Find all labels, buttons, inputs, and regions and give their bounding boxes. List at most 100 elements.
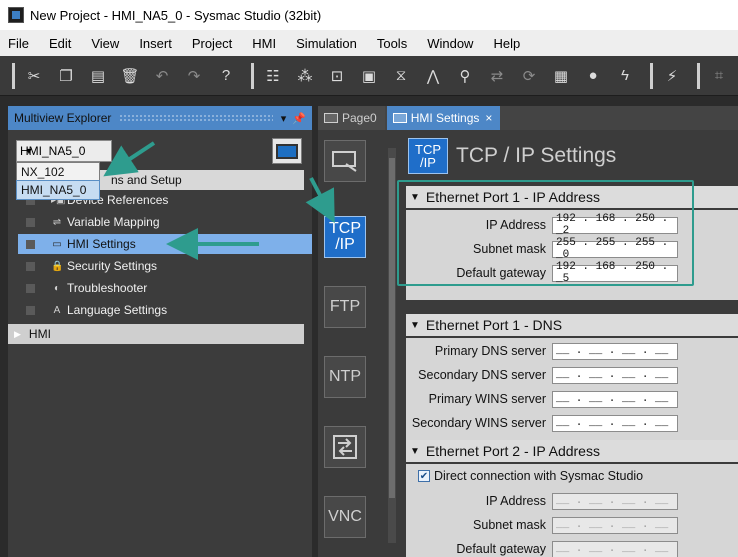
tcpip-settings-button[interactable]: TCP /IP [324,216,366,258]
vnc-settings-button[interactable]: VNC [324,496,366,538]
field-label: Secondary WINS server [411,416,546,430]
tree-bullet [26,305,35,315]
primary-dns-input[interactable]: __ . __ . __ . __ [552,342,678,360]
ntp-settings-button[interactable]: NTP [324,356,366,398]
port2-ip-address-input: __ . __ . __ . __ [552,492,678,510]
secondary-dns-input[interactable]: __ . __ . __ . __ [552,366,678,384]
redo-icon[interactable]: ↷ [181,63,207,89]
compare-icon[interactable]: ⧖ [388,63,414,89]
menu-insert[interactable]: Insert [137,34,174,53]
dropdown-icon[interactable]: ▾ [281,112,287,125]
tree-item-troubleshooter[interactable]: ◐ Troubleshooter [26,278,304,298]
section-port1-ip-header[interactable]: ▼ Ethernet Port 1 - IP Address [406,186,738,208]
pin-icon[interactable]: 📌 [292,112,306,125]
sync-icon[interactable]: ⟳ [516,63,542,89]
section-port1-dns-body: Primary DNS server __ . __ . __ . __ Sec… [406,338,738,442]
menu-simulation[interactable]: Simulation [294,34,359,53]
menu-bar: File Edit View Insert Project HMI Simula… [0,30,738,56]
tree-bullet [26,217,35,227]
dropdown-option-selected[interactable]: HMI_NA5_0 [16,180,100,200]
toolbar: ✂ ❐ ▤ 🗑 ↶ ↷ ? ☷ ⁂ ⊡ ▣ ⧖ ⋀ ⚲ ⇄ ⟳ ▦ ● ϟ ⚡ … [0,56,738,96]
help-icon[interactable]: ? [213,63,239,89]
field-label: IP Address [485,218,546,232]
record-icon[interactable]: ● [580,63,606,89]
expand-icon[interactable]: ▶ [14,329,21,340]
flash-icon[interactable]: ϟ [612,63,638,89]
tree-section-hmi[interactable]: ▶ HMI [8,324,304,344]
window-title: New Project - HMI_NA5_0 - Sysmac Studio … [30,7,322,23]
collapse-icon[interactable]: ▼ [410,446,420,457]
tab-hmi-settings[interactable]: HMI Settings × [386,106,501,130]
monitor-icon[interactable]: ▣ [356,63,382,89]
app-icon [8,7,24,23]
section-title: Ethernet Port 1 - DNS [425,317,563,333]
close-icon[interactable]: × [485,111,492,125]
field-label: Default gateway [456,266,546,280]
online-icon[interactable]: ⚡ [659,63,685,89]
primary-wins-input[interactable]: __ . __ . __ . __ [552,390,678,408]
dropdown-option[interactable]: NX_102 [17,163,99,181]
frame-icon[interactable]: ⌗ [706,63,732,89]
menu-file[interactable]: File [6,34,31,53]
tree-item-hmi-settings[interactable]: ▭ HMI Settings [18,234,312,254]
menu-window[interactable]: Window [425,34,475,53]
checkbox-checked-icon[interactable]: ✔ [418,470,430,482]
tree-item-label: Security Settings [67,259,158,273]
transfer-settings-button[interactable] [324,426,366,468]
section-title: Ethernet Port 2 - IP Address [425,443,600,459]
delete-icon[interactable]: 🗑 [117,63,143,89]
section-port1-dns-header[interactable]: ▼ Ethernet Port 1 - DNS [406,314,738,336]
tree-item-variable-mapping[interactable]: ⇌ Variable Mapping [26,212,304,232]
field-label: Subnet mask [473,242,546,256]
direct-connection-checkbox-row[interactable]: ✔ Direct connection with Sysmac Studio [418,469,643,483]
undo-icon[interactable]: ↶ [149,63,175,89]
menu-view[interactable]: View [89,34,121,53]
device-view-button[interactable] [272,138,302,164]
transfer-icon[interactable]: ⇄ [484,63,510,89]
collapse-icon[interactable]: ▼ [410,192,420,203]
device-select-value: HMI_NA5_0 [20,144,86,158]
device-select[interactable]: HMI_NA5_0 ▼ [16,140,112,162]
section-port2-ip-header[interactable]: ▼ Ethernet Port 2 - IP Address [406,440,738,462]
ip-address-input[interactable]: 192 . 168 . 250 . _2 [552,213,678,237]
tree-item-language-settings[interactable]: A Language Settings [26,300,304,320]
menu-hmi[interactable]: HMI [250,34,278,53]
tab-label: HMI Settings [410,111,480,125]
collapse-icon[interactable]: ▼ [410,320,420,331]
port2-default-gateway-input: __ . __ . __ . __ [552,540,678,557]
tab-page0[interactable]: Page0 [318,106,385,130]
toolbar-divider-3 [697,62,700,89]
menu-tools[interactable]: Tools [375,34,409,53]
config-setup-label: ns and Setup [111,173,182,187]
secondary-wins-input[interactable]: __ . __ . __ . __ [552,414,678,432]
align-icon[interactable]: ☷ [260,63,286,89]
display-settings-button[interactable] [324,140,366,182]
list-icon[interactable]: ▦ [548,63,574,89]
section-port1-ip-body: IP Address 192 . 168 . 250 . _2 Subnet m… [406,210,738,300]
ftp-settings-button[interactable]: FTP [324,286,366,328]
menu-project[interactable]: Project [190,34,234,53]
tree-item-security-settings[interactable]: 🔒 Security Settings [26,256,304,276]
field-row: Subnet mask 255 . 255 . 255 . _0 [406,237,678,261]
copy-icon[interactable]: ❐ [53,63,79,89]
checkbox-label: Direct connection with Sysmac Studio [434,469,644,483]
binoculars-icon[interactable]: ⚲ [452,63,478,89]
menu-help[interactable]: Help [491,34,522,53]
device-dropdown[interactable]: NX_102 HMI_NA5_0 [16,162,100,200]
troubleshooter-icon: ◐ [53,282,61,294]
field-row: Default gateway 192 . 168 . 250 . _5 [406,261,678,285]
nav-scrollbar[interactable] [388,148,396,543]
page-title: TCP / IP Settings [456,144,617,167]
field-row: Primary DNS server __ . __ . __ . __ [406,340,678,362]
cut-icon[interactable]: ✂ [21,63,47,89]
mapping-icon: ⇌ [52,216,62,228]
scrollbar-thumb[interactable] [389,158,395,498]
tree-bullet [26,239,35,249]
window-icon[interactable]: ⊡ [324,63,350,89]
menu-edit[interactable]: Edit [47,34,73,53]
default-gateway-input[interactable]: 192 . 168 . 250 . _5 [552,261,678,285]
subnet-mask-input[interactable]: 255 . 255 . 255 . _0 [552,237,678,261]
build-icon[interactable]: ⋀ [420,63,446,89]
grid-icon[interactable]: ⁂ [292,63,318,89]
paste-icon[interactable]: ▤ [85,63,111,89]
